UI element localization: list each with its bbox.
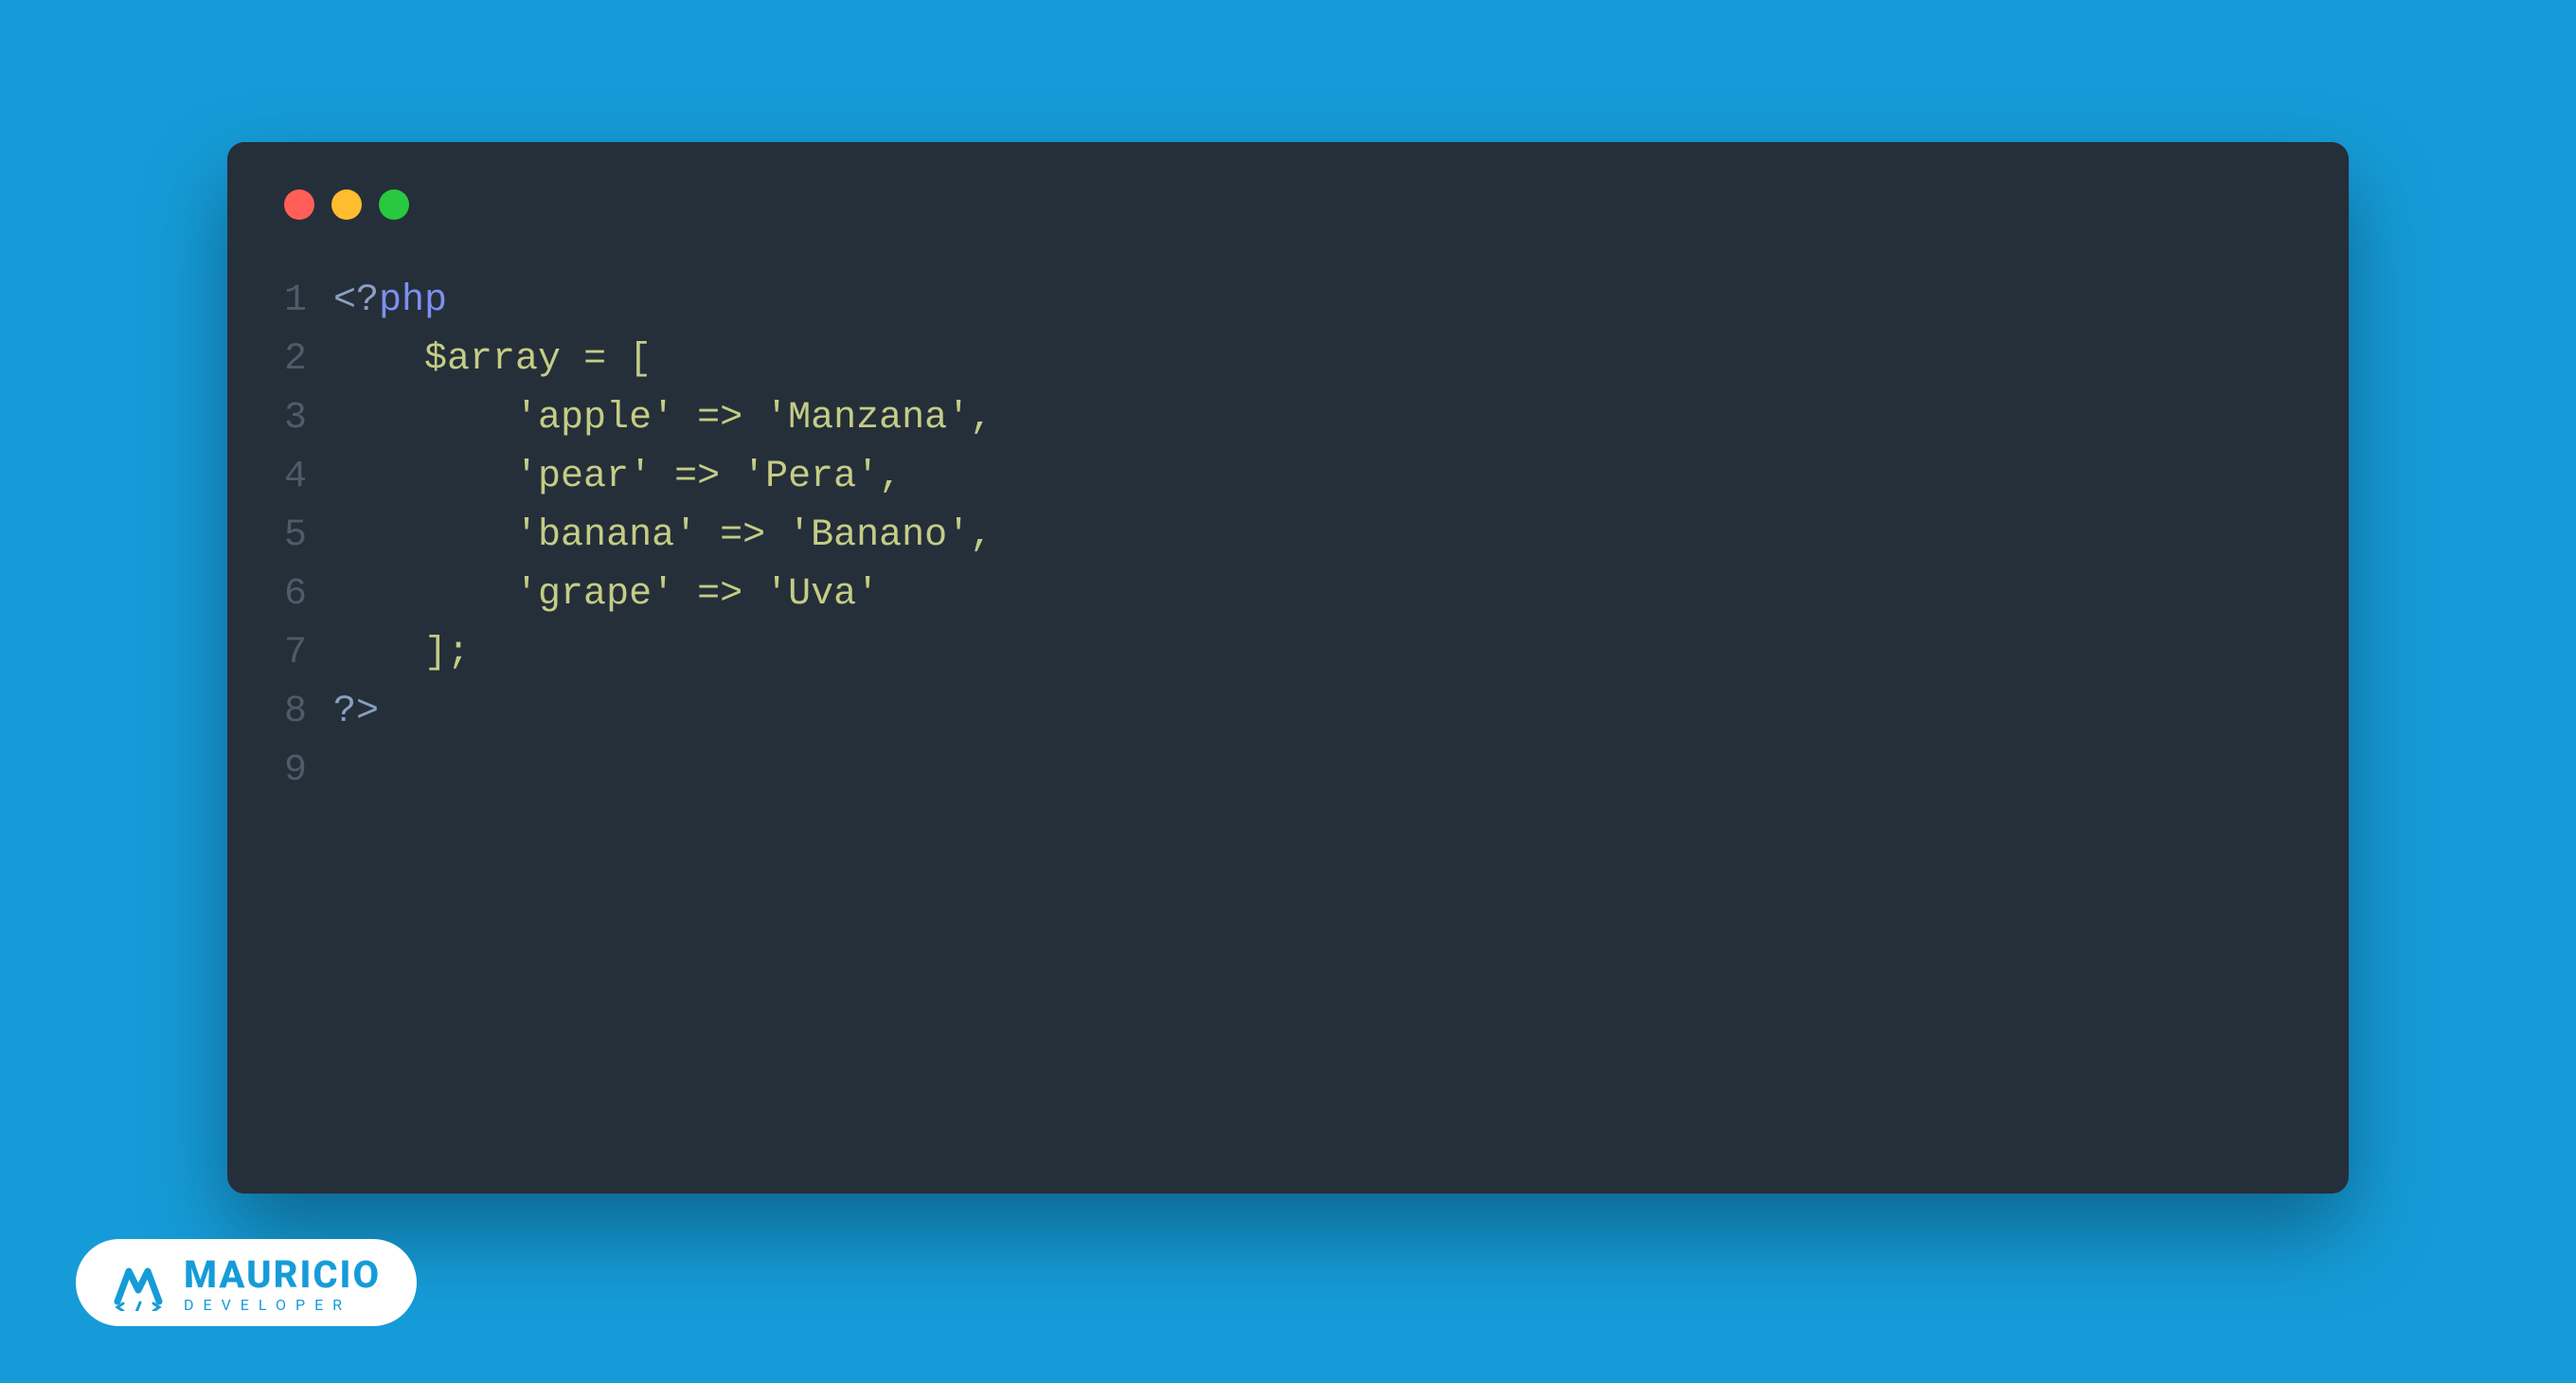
brand-badge: MAURICIO DEVELOPER <box>76 1239 417 1326</box>
line-number: 6 <box>284 566 307 624</box>
code-token: 'apple' <box>515 397 674 440</box>
code-token <box>561 338 583 381</box>
line-number: 3 <box>284 389 307 448</box>
code-token: 'banana' <box>515 514 697 557</box>
line-number: 2 <box>284 331 307 389</box>
code-token <box>720 456 742 498</box>
code-token: 'Uva' <box>765 573 879 616</box>
code-token: , <box>970 514 993 557</box>
line-number: 4 <box>284 448 307 507</box>
code-token <box>652 456 674 498</box>
code-token <box>333 573 515 616</box>
code-token: , <box>970 397 993 440</box>
window-minimize-dot <box>331 189 362 220</box>
window-traffic-lights <box>284 189 2292 220</box>
code-lines: <?php $array = [ 'apple' => 'Manzana', '… <box>333 272 993 800</box>
code-token <box>674 573 697 616</box>
code-area: 123456789 <?php $array = [ 'apple' => 'M… <box>284 272 2292 800</box>
code-line: 'grape' => 'Uva' <box>333 566 993 624</box>
code-token <box>333 514 515 557</box>
code-token: 'Pera' <box>742 456 879 498</box>
code-token <box>333 632 424 674</box>
window-close-dot <box>284 189 314 220</box>
code-token: [ <box>629 338 652 381</box>
code-token <box>333 456 515 498</box>
code-token: , <box>879 456 902 498</box>
code-token: = <box>583 338 606 381</box>
code-line: 'banana' => 'Banano', <box>333 507 993 566</box>
brand-subtitle: DEVELOPER <box>184 1298 381 1313</box>
code-token: => <box>697 573 742 616</box>
line-number: 8 <box>284 683 307 742</box>
code-token: ?> <box>333 691 379 733</box>
code-token <box>765 514 788 557</box>
code-token: => <box>720 514 765 557</box>
code-line: ?> <box>333 683 993 742</box>
code-token <box>606 338 629 381</box>
code-window: 123456789 <?php $array = [ 'apple' => 'M… <box>227 142 2349 1194</box>
brand-logo-icon <box>112 1258 165 1311</box>
code-token: ]; <box>424 632 470 674</box>
line-number-gutter: 123456789 <box>284 272 333 800</box>
window-zoom-dot <box>379 189 409 220</box>
line-number: 1 <box>284 272 307 331</box>
code-token: => <box>674 456 720 498</box>
code-token <box>674 397 697 440</box>
code-line: <?php <box>333 272 993 331</box>
code-token: => <box>697 397 742 440</box>
stage: 123456789 <?php $array = [ 'apple' => 'M… <box>0 0 2576 1383</box>
code-token <box>742 573 765 616</box>
code-line: 'pear' => 'Pera', <box>333 448 993 507</box>
code-token: 'Banano' <box>788 514 970 557</box>
line-number: 9 <box>284 742 307 800</box>
code-token: php <box>379 279 447 322</box>
line-number: 5 <box>284 507 307 566</box>
code-token: $array <box>424 338 561 381</box>
brand-name: MAURICIO <box>184 1256 381 1294</box>
brand-text: MAURICIO DEVELOPER <box>184 1256 381 1313</box>
code-token: 'pear' <box>515 456 652 498</box>
code-token: 'Manzana' <box>765 397 970 440</box>
code-token <box>742 397 765 440</box>
line-number: 7 <box>284 624 307 683</box>
code-token: 'grape' <box>515 573 674 616</box>
code-token <box>333 397 515 440</box>
code-line: $array = [ <box>333 331 993 389</box>
code-token: <? <box>333 279 379 322</box>
code-line: ]; <box>333 624 993 683</box>
code-token <box>333 338 424 381</box>
code-token <box>697 514 720 557</box>
code-line: 'apple' => 'Manzana', <box>333 389 993 448</box>
code-line <box>333 742 993 800</box>
